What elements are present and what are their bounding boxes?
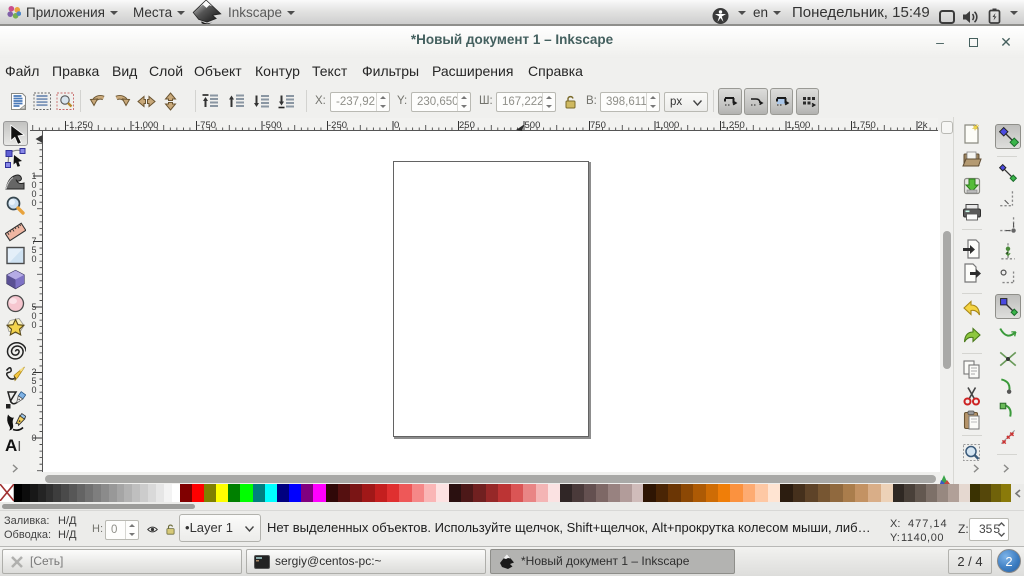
svg-text:250: 250 [459, 120, 475, 131]
svg-text:-750: -750 [197, 120, 216, 131]
svg-text:-250: -250 [328, 120, 347, 131]
svg-text:1,250: 1,250 [721, 120, 745, 131]
svg-text:-500: -500 [263, 120, 282, 131]
svg-text:0: 0 [32, 433, 37, 443]
svg-text:500: 500 [525, 120, 541, 131]
svg-text:1,500: 1,500 [787, 120, 811, 131]
svg-text:1,000: 1,000 [656, 120, 680, 131]
svg-text:0: 0 [32, 385, 37, 395]
svg-text:1,750: 1,750 [852, 120, 876, 131]
svg-text:-1,250: -1,250 [66, 120, 93, 131]
svg-text:-1,000: -1,000 [132, 120, 159, 131]
svg-text:0: 0 [394, 120, 399, 131]
svg-text:0: 0 [32, 198, 37, 208]
svg-text:0: 0 [32, 320, 37, 330]
svg-text:750: 750 [590, 120, 606, 131]
svg-text:0: 0 [32, 254, 37, 264]
svg-text:2k: 2k [918, 120, 928, 131]
